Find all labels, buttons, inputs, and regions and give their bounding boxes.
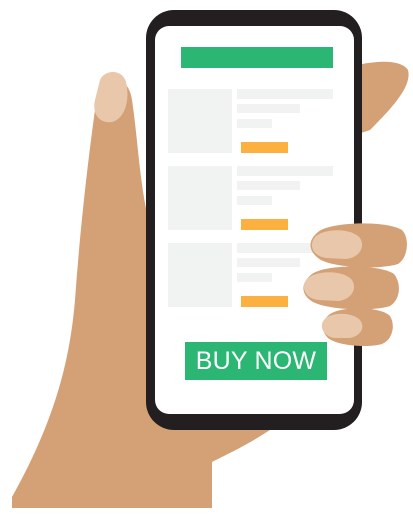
product-detail-line <box>237 273 272 282</box>
product-title-line <box>237 89 333 99</box>
buy-now-button[interactable]: BUY NOW <box>185 342 327 380</box>
product-detail-line <box>237 119 272 128</box>
finger-1-nail <box>311 230 363 259</box>
product-price-tag[interactable] <box>241 142 288 153</box>
product-price-tag[interactable] <box>241 219 288 230</box>
product-thumbnail <box>168 89 232 153</box>
hand-holding-phone-illustration: BUY NOW <box>0 0 413 518</box>
product-subtitle-line <box>237 181 300 190</box>
product-subtitle-line <box>237 104 300 113</box>
product-thumbnail <box>168 166 232 230</box>
product-thumbnail <box>168 243 232 307</box>
product-detail-line <box>237 196 272 205</box>
product-subtitle-line <box>237 258 300 267</box>
product-price-tag[interactable] <box>241 296 288 307</box>
finger-2-nail <box>303 272 355 301</box>
finger-3-nail <box>321 313 363 338</box>
app-header-bar <box>181 47 333 68</box>
product-title-line <box>237 166 333 176</box>
illustration-canvas <box>12 10 409 508</box>
